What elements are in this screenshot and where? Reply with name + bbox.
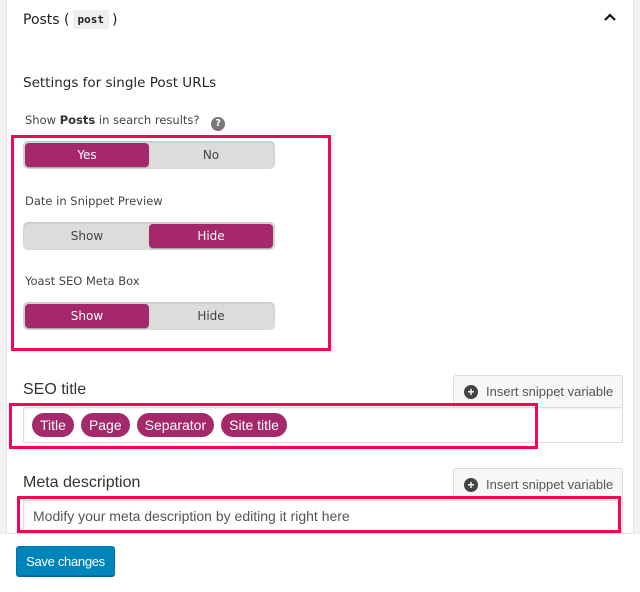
collapse-panel-button[interactable]: [601, 8, 619, 26]
date-in-snippet-toggle[interactable]: Show Hide: [23, 222, 275, 250]
toggle-option-hide[interactable]: Hide: [149, 224, 273, 248]
panel-title-text: Posts (: [23, 11, 70, 28]
snippet-variable-site-title[interactable]: Site title: [221, 413, 287, 437]
show-in-search-toggle[interactable]: Yes No: [23, 141, 275, 169]
toggle-option-no[interactable]: No: [149, 143, 273, 167]
toggle-option-yes[interactable]: Yes: [25, 143, 149, 167]
meta-description-editor[interactable]: Modify your meta description by editing …: [23, 500, 623, 532]
toggle-option-hide[interactable]: Hide: [149, 304, 273, 328]
settings-heading: Settings for single Post URLs: [23, 75, 217, 91]
plus-circle-icon: +: [464, 384, 478, 399]
plus-circle-icon: +: [464, 477, 478, 492]
date-in-snippet-label: Date in Snippet Preview: [25, 194, 163, 208]
meta-box-toggle[interactable]: Show Hide: [23, 302, 275, 330]
toggle-option-show[interactable]: Show: [25, 224, 149, 248]
save-changes-button[interactable]: Save changes: [16, 546, 115, 576]
seo-title-label: SEO title: [23, 381, 87, 398]
meta-box-label: Yoast SEO Meta Box: [25, 274, 140, 288]
panel-title-close: ): [112, 11, 118, 28]
help-icon[interactable]: ?: [211, 116, 226, 131]
snippet-variable-page[interactable]: Page: [80, 413, 130, 437]
post-type-code: post: [72, 10, 109, 29]
panel-title: Posts ( post ): [23, 10, 117, 29]
toggle-option-show[interactable]: Show: [25, 304, 149, 328]
snippet-variable-separator[interactable]: Separator: [136, 413, 215, 437]
snippet-variable-title[interactable]: Title: [32, 413, 74, 437]
meta-description-label: Meta description: [23, 474, 141, 491]
seo-title-editor[interactable]: Title Page Separator Site title: [23, 407, 623, 443]
meta-description-insert-variable-button[interactable]: + Insert snippet variable: [453, 468, 623, 500]
show-in-search-label: Show Posts in search results? ?: [25, 113, 226, 131]
post-type-settings-panel: Posts ( post ) Settings for single Post …: [6, 0, 634, 534]
chevron-up-icon: [604, 13, 616, 21]
seo-title-insert-variable-button[interactable]: + Insert snippet variable: [453, 375, 623, 407]
meta-description-text: Modify your meta description by editing …: [33, 508, 350, 524]
